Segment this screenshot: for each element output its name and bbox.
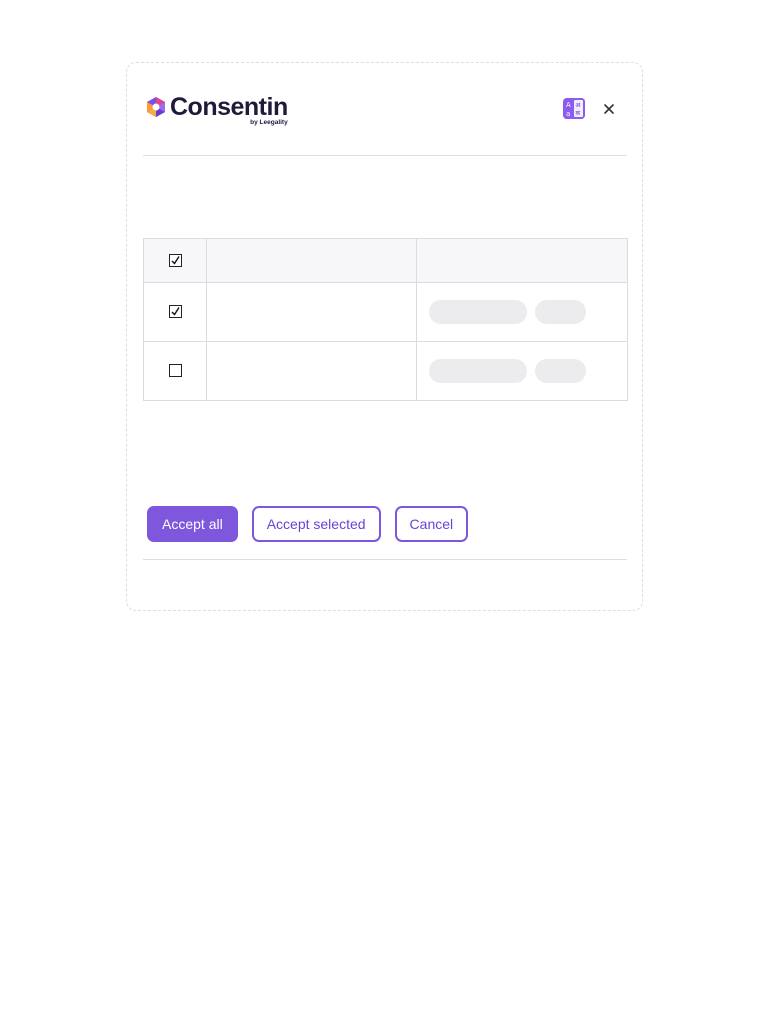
- accept-all-button[interactable]: Accept all: [147, 506, 238, 542]
- close-button[interactable]: [601, 101, 617, 117]
- row-tags-cell: [416, 282, 628, 342]
- header-check-cell: [143, 238, 207, 283]
- loading-placeholder: [429, 359, 527, 383]
- header-name-cell: [206, 238, 417, 283]
- check-icon: [171, 255, 180, 265]
- check-icon: [171, 307, 180, 316]
- row-tags-cell: [416, 341, 628, 401]
- svg-text:क: क: [576, 110, 581, 117]
- row-checkbox[interactable]: [168, 305, 182, 319]
- brand-subtitle: by Leegality: [250, 119, 288, 126]
- cancel-button[interactable]: Cancel: [394, 506, 469, 542]
- svg-text:अ: अ: [576, 102, 581, 109]
- table-header-row: [143, 238, 628, 283]
- row-name-cell: [206, 282, 417, 342]
- language-button[interactable]: A a अ क: [563, 98, 585, 119]
- accept-selected-button[interactable]: Accept selected: [251, 506, 381, 542]
- table-row: [143, 341, 628, 401]
- row-name-cell: [206, 341, 417, 401]
- svg-text:A: A: [566, 101, 571, 109]
- table-row: [143, 282, 628, 342]
- consent-table: [143, 238, 628, 401]
- brand-name: Consentin: [170, 93, 288, 121]
- svg-text:a: a: [566, 110, 570, 118]
- row-check-cell: [143, 282, 207, 342]
- consent-dialog: Consentin by Leegality A a अ क Accept al…: [126, 62, 643, 611]
- action-bar: Accept all Accept selected Cancel: [147, 506, 469, 542]
- translate-icon: A a अ क: [563, 98, 585, 119]
- select-all-checkbox[interactable]: [168, 253, 182, 267]
- footer-divider: [143, 559, 627, 560]
- brand-logo: Consentin by Leegality: [146, 94, 288, 127]
- dialog-header: Consentin by Leegality A a अ क: [127, 63, 642, 155]
- loading-placeholder: [535, 300, 586, 324]
- logo-mark-icon: [147, 97, 165, 117]
- loading-placeholder: [429, 300, 527, 324]
- row-check-cell: [143, 341, 207, 401]
- header-divider: [143, 155, 627, 156]
- row-checkbox[interactable]: [168, 364, 182, 378]
- close-icon: [604, 104, 614, 114]
- header-tags-cell: [416, 238, 628, 283]
- loading-placeholder: [535, 359, 586, 383]
